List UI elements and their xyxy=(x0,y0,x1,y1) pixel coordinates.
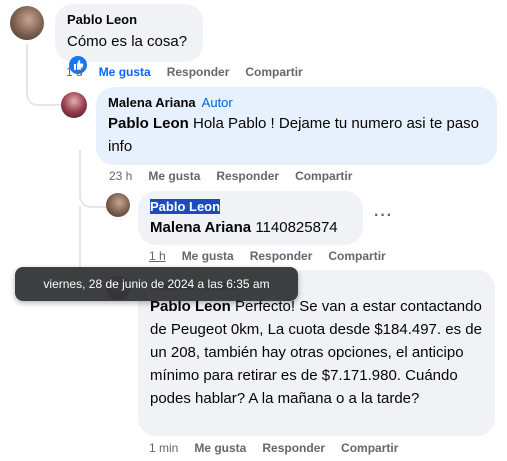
reply-button[interactable]: Responder xyxy=(167,65,230,79)
comment-bubble: Pablo Leon Malena Ariana 1140825874 xyxy=(138,191,363,245)
author-badge: Autor xyxy=(201,95,233,110)
avatar[interactable] xyxy=(61,92,87,118)
comment-bubble: Pablo Leon Cómo es la cosa? xyxy=(55,4,203,75)
like-button[interactable]: Me gusta xyxy=(182,249,234,263)
author-name[interactable]: Pablo Leon xyxy=(150,199,221,214)
comment-author[interactable]: Pablo Leon xyxy=(67,12,191,27)
share-button[interactable]: Compartir xyxy=(341,441,398,455)
more-options-icon[interactable]: ··· xyxy=(374,207,393,225)
comment-text: Cómo es la cosa? xyxy=(67,33,188,50)
reply-button[interactable]: Responder xyxy=(216,169,279,183)
reply-button[interactable]: Responder xyxy=(250,249,313,263)
share-button[interactable]: Compartir xyxy=(295,169,352,183)
comment-author: Malena Ariana Autor xyxy=(108,95,485,110)
like-button[interactable]: Me gusta xyxy=(99,65,151,79)
like-button[interactable]: Me gusta xyxy=(194,441,246,455)
comment-bubble: Malena Ariana Autor Pablo Leon Hola Pablo… xyxy=(96,87,497,165)
comment-time[interactable]: 1 d xyxy=(66,65,83,79)
comment-time[interactable]: 23 h xyxy=(109,169,132,183)
comment-time[interactable]: 1 h xyxy=(149,249,166,263)
author-name[interactable]: Malena Ariana xyxy=(108,95,196,110)
share-button[interactable]: Compartir xyxy=(328,249,385,263)
comment-text: 1140825874 xyxy=(251,219,338,236)
mention-link[interactable]: Pablo Leon xyxy=(108,115,189,132)
like-button[interactable]: Me gusta xyxy=(148,169,200,183)
comment-author: Pablo Leon xyxy=(150,199,351,214)
reply-button[interactable]: Responder xyxy=(262,441,325,455)
mention-link[interactable]: Malena Ariana xyxy=(150,219,251,236)
timestamp-tooltip: viernes, 28 de junio de 2024 a las 6:35 … xyxy=(15,267,298,301)
avatar[interactable] xyxy=(106,193,130,217)
avatar[interactable] xyxy=(10,6,44,40)
comment-time[interactable]: 1 min xyxy=(149,441,178,455)
share-button[interactable]: Compartir xyxy=(245,65,302,79)
